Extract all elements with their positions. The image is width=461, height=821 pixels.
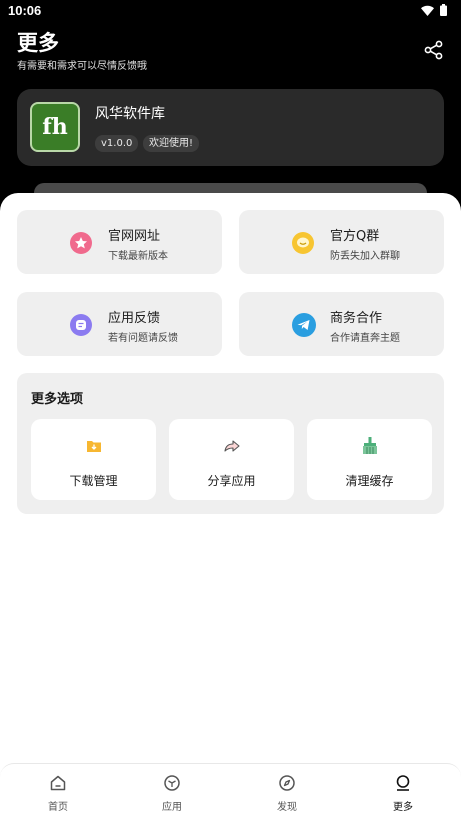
tile-subtitle: 防丢失加入群聊: [330, 251, 400, 262]
download-manager-button[interactable]: 下载管理: [31, 419, 156, 500]
tile-title: 应用反馈: [108, 311, 161, 326]
battery-icon: [440, 4, 447, 16]
welcome-badge: 欢迎使用!: [143, 135, 200, 152]
tile-subtitle: 若有问题请反馈: [108, 333, 178, 344]
nav-label: 更多: [393, 802, 413, 813]
app-info-card[interactable]: fh 风华软件库 v1.0.0 欢迎使用!: [17, 89, 444, 166]
apps-icon: [164, 775, 180, 791]
star-icon: [70, 232, 92, 254]
status-time: 10:06: [8, 3, 42, 18]
tile-official-qq-group[interactable]: 官方Q群 防丢失加入群聊: [239, 210, 444, 274]
status-bar: 10:06: [0, 0, 461, 22]
share-arrow-icon: [223, 440, 240, 452]
home-icon: [50, 775, 66, 791]
tile-business-cooperation[interactable]: 商务合作 合作请直奔主题: [239, 292, 444, 356]
app-name: 风华软件库: [95, 106, 165, 122]
option-label: 分享应用: [207, 474, 256, 488]
page-title: 更多: [17, 31, 59, 55]
option-label: 下载管理: [69, 474, 118, 488]
nav-item-more[interactable]: 更多: [373, 774, 433, 818]
app-logo: fh: [30, 102, 80, 152]
share-icon: [424, 40, 443, 60]
nav-label: 应用: [162, 802, 182, 813]
status-icons: [421, 4, 447, 16]
share-app-button[interactable]: 分享应用: [169, 419, 294, 500]
download-folder-icon: [86, 441, 101, 452]
version-badge: v1.0.0: [95, 135, 139, 152]
nav-label: 发现: [277, 802, 297, 813]
more-options-panel: 更多选项 下载管理 分享应用 清理缓存: [17, 373, 444, 514]
nav-label: 首页: [48, 802, 68, 813]
clear-cache-button[interactable]: 清理缓存: [307, 419, 432, 500]
chat-smile-icon: [292, 232, 314, 254]
wifi-icon: [421, 5, 434, 16]
bottom-nav: 首页 应用 发现 更多: [0, 763, 461, 821]
tile-subtitle: 下载最新版本: [108, 251, 168, 262]
option-label: 清理缓存: [345, 474, 394, 488]
nav-item-home[interactable]: 首页: [28, 774, 88, 818]
nav-item-apps[interactable]: 应用: [142, 774, 202, 818]
tile-title: 官网网址: [108, 229, 161, 244]
share-button[interactable]: [424, 40, 444, 60]
tile-official-website[interactable]: 官网网址 下载最新版本: [17, 210, 222, 274]
nav-item-discover[interactable]: 发现: [257, 774, 317, 818]
telegram-icon: [292, 313, 316, 337]
page-header: 更多 有需要和需求可以尽情反馈哦: [17, 30, 147, 72]
broom-icon: [362, 437, 377, 454]
tile-title: 官方Q群: [330, 229, 380, 244]
tile-app-feedback[interactable]: 应用反馈 若有问题请反馈: [17, 292, 222, 356]
tile-subtitle: 合作请直奔主题: [330, 333, 400, 344]
compass-icon: [279, 775, 295, 791]
user-icon: [396, 775, 410, 791]
page-subtitle: 有需要和需求可以尽情反馈哦: [17, 61, 147, 72]
more-options-title: 更多选项: [31, 392, 84, 407]
feedback-icon: [70, 314, 92, 336]
tile-title: 商务合作: [330, 311, 383, 326]
